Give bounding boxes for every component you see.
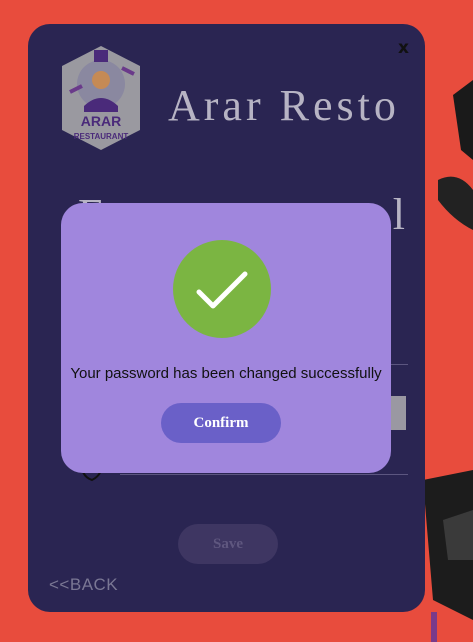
save-button[interactable]: Save [178, 524, 278, 564]
brand-title: Arar Resto [168, 81, 400, 130]
logo-subtext: RESTAURANT [74, 132, 129, 141]
restaurant-logo: ARAR RESTAURANT [62, 46, 140, 150]
logo-text: ARAR [81, 113, 121, 129]
back-link[interactable]: <<BACK [49, 575, 118, 595]
success-message: Your password has been changed successfu… [70, 365, 382, 382]
success-dialog: Your password has been changed successfu… [61, 203, 391, 473]
page-heading-right: l [392, 190, 408, 239]
confirm-field-underline [120, 474, 408, 475]
success-check-badge [173, 240, 271, 338]
checkmark-icon [196, 271, 248, 309]
confirm-button[interactable]: Confirm [161, 403, 281, 443]
close-button[interactable]: x [398, 38, 409, 58]
